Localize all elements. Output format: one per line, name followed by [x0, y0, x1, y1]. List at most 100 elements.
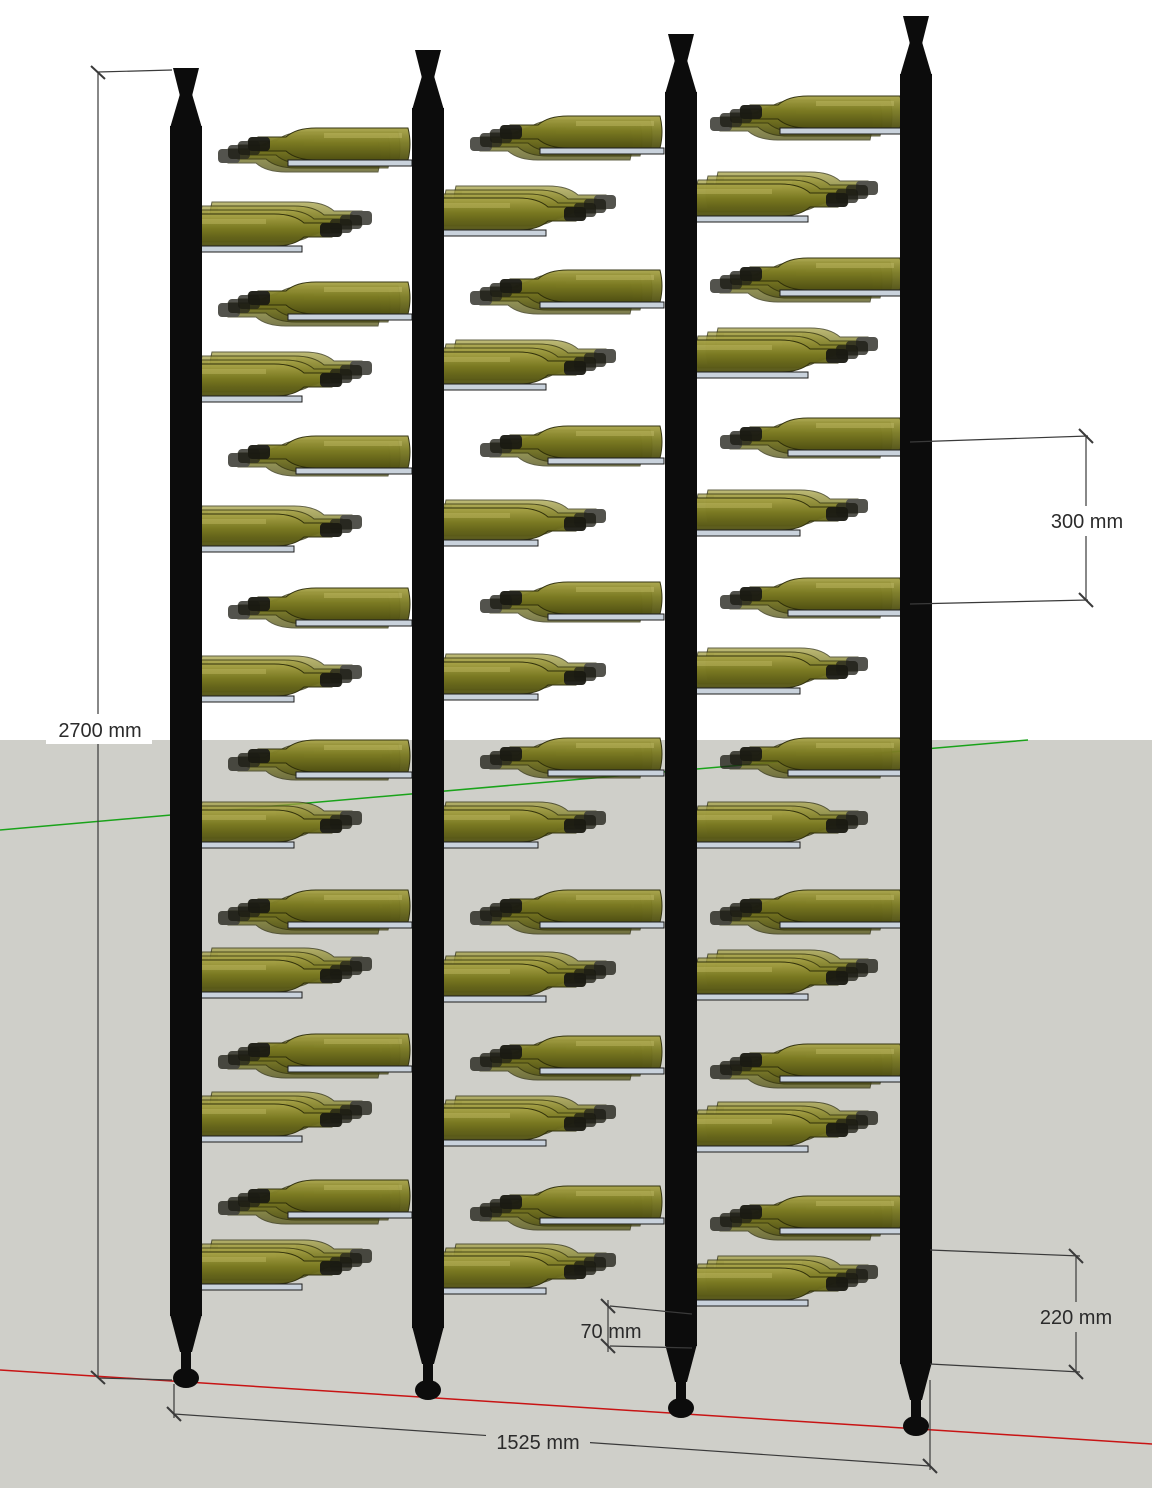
bottle-rod — [683, 371, 809, 379]
bottle-highlight — [324, 1185, 402, 1190]
bottle-cork — [500, 591, 522, 605]
bottle-highlight — [576, 431, 654, 436]
bottle-highlight — [576, 895, 654, 900]
bottle-rod — [287, 159, 413, 167]
bottle-highlight — [816, 101, 894, 106]
bottle-cork — [320, 523, 342, 537]
bottle-rod — [287, 1211, 413, 1219]
bottle-highlight — [694, 815, 772, 820]
bottle-highlight — [324, 1039, 402, 1044]
post-foot — [903, 1416, 929, 1436]
rack-post-4 — [900, 16, 932, 1436]
bottle-cork — [740, 587, 762, 601]
bottle-rod — [683, 529, 801, 537]
bottle-cork — [500, 125, 522, 139]
bottle-highlight — [816, 895, 894, 900]
bottle-cork — [320, 223, 342, 237]
bottle-cork — [564, 671, 586, 685]
bottle-cork — [500, 899, 522, 913]
bottle-cork — [740, 1205, 762, 1219]
bottle-cork — [826, 819, 848, 833]
bottle-cork — [564, 1265, 586, 1279]
rack-post-1 — [170, 68, 202, 1388]
bottle-cork — [564, 517, 586, 531]
bottle-cork — [826, 193, 848, 207]
bottle-highlight — [694, 967, 772, 972]
wine-rack-model-view: 2700 mm 300 mm 220 mm 70 mm 1525 mm — [0, 0, 1152, 1488]
bottle-rod — [539, 301, 665, 309]
bottle-cork — [826, 507, 848, 521]
bottle-rod — [287, 1065, 413, 1073]
bottle-cork — [740, 267, 762, 281]
bottle-rod — [683, 993, 809, 1001]
bottle-highlight — [694, 1273, 772, 1278]
bottle-cork — [500, 435, 522, 449]
bottle-highlight — [816, 423, 894, 428]
bottle-highlight — [576, 587, 654, 592]
bottle-rod — [787, 449, 905, 457]
bottle-cork — [500, 279, 522, 293]
bottle-rod — [295, 619, 413, 627]
bottle-rod — [539, 147, 665, 155]
bottle-highlight — [324, 745, 402, 750]
bottle-cork — [320, 1113, 342, 1127]
bottle-rod — [287, 921, 413, 929]
bottle-highlight — [576, 743, 654, 748]
bottle-cork — [740, 105, 762, 119]
bottle-highlight — [576, 121, 654, 126]
bottle-cork — [500, 747, 522, 761]
bottle-rod — [787, 769, 905, 777]
post-shaft — [665, 92, 697, 1346]
bottle-cork — [320, 1261, 342, 1275]
bottle-cork — [500, 1195, 522, 1209]
bottle-highlight — [324, 287, 402, 292]
bottle-rod — [683, 215, 809, 223]
bottle-highlight — [694, 503, 772, 508]
width-dimension-label: 1525 mm — [496, 1432, 579, 1454]
bottle-rod — [683, 1299, 809, 1307]
post-shaft — [412, 108, 444, 1328]
bottle-cork — [826, 1123, 848, 1137]
bottle-rod — [539, 1217, 665, 1225]
spacing-dimension-label: 300 mm — [1051, 511, 1123, 533]
post-foot — [415, 1380, 441, 1400]
bottle-rod — [683, 1145, 809, 1153]
bottle-cork — [826, 665, 848, 679]
bottle-rod — [683, 841, 801, 849]
bottle-cork — [248, 597, 270, 611]
bottle-rod — [779, 921, 905, 929]
bottle-cork — [248, 749, 270, 763]
rack-post-3 — [665, 34, 697, 1418]
bottle-cork — [248, 291, 270, 305]
bottle-cork — [320, 373, 342, 387]
bottle-cork — [248, 899, 270, 913]
bottle-highlight — [324, 133, 402, 138]
bottle-rod — [779, 127, 905, 135]
bottle-rod — [779, 1075, 905, 1083]
bottle-cork — [740, 1053, 762, 1067]
bottle-highlight — [816, 743, 894, 748]
bottle-cork — [826, 1277, 848, 1291]
bottle-rod — [287, 313, 413, 321]
post-foot — [668, 1398, 694, 1418]
bottle-highlight — [576, 275, 654, 280]
bottle-cork — [564, 361, 586, 375]
bottle-cork — [564, 819, 586, 833]
bottle-rod — [779, 289, 905, 297]
rack-post-2 — [412, 50, 444, 1400]
bottle-rod — [547, 457, 665, 465]
bottle-rod — [683, 687, 801, 695]
bottle-highlight — [694, 1119, 772, 1124]
clearance-dimension-label: 220 mm — [1040, 1307, 1112, 1329]
bottle-highlight — [324, 441, 402, 446]
bottle-cork — [320, 819, 342, 833]
post-shaft — [170, 126, 202, 1316]
bottle-highlight — [324, 895, 402, 900]
bottle-highlight — [816, 1049, 894, 1054]
bottle-highlight — [816, 263, 894, 268]
bottle-cork — [500, 1045, 522, 1059]
bottle-rod — [547, 613, 665, 621]
bottle-highlight — [576, 1041, 654, 1046]
bottle-cork — [740, 899, 762, 913]
bottle-cork — [564, 1117, 586, 1131]
